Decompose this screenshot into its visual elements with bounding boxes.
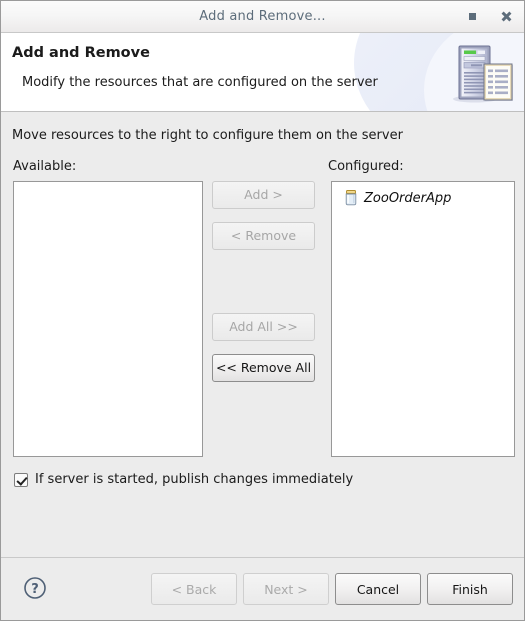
finish-button[interactable]: Finish bbox=[427, 573, 513, 605]
titlebar-controls bbox=[462, 1, 516, 32]
remove-button[interactable]: < Remove bbox=[212, 222, 315, 250]
cancel-button[interactable]: Cancel bbox=[335, 573, 421, 605]
jar-icon bbox=[344, 190, 358, 206]
dialog-body: Move resources to the right to configure… bbox=[1, 112, 524, 557]
help-icon[interactable]: ? bbox=[23, 576, 47, 600]
instruction-text: Move resources to the right to configure… bbox=[12, 128, 403, 143]
configured-list[interactable]: ZooOrderApp bbox=[331, 181, 515, 457]
page-subtitle: Modify the resources that are configured… bbox=[22, 75, 378, 90]
server-and-document-icon bbox=[445, 43, 517, 105]
back-button[interactable]: < Back bbox=[151, 573, 237, 605]
configured-label: Configured: bbox=[328, 159, 404, 174]
add-all-button[interactable]: Add All >> bbox=[212, 313, 315, 341]
transfer-button-group: Add > < Remove Add All >> << Remove All bbox=[212, 181, 315, 382]
dialog-header: Add and Remove Modify the resources that… bbox=[1, 33, 524, 112]
dialog-footer: ? < Back Next > Cancel Finish bbox=[1, 557, 524, 620]
next-button[interactable]: Next > bbox=[243, 573, 329, 605]
close-icon bbox=[501, 11, 512, 22]
titlebar: Add and Remove... bbox=[1, 1, 524, 33]
available-label: Available: bbox=[13, 159, 77, 174]
publish-immediately-checkbox[interactable]: If server is started, publish changes im… bbox=[14, 472, 353, 487]
remove-all-button[interactable]: << Remove All bbox=[212, 354, 315, 382]
checkbox-label: If server is started, publish changes im… bbox=[35, 472, 354, 487]
maximize-icon bbox=[468, 13, 476, 20]
footer-button-group: < Back Next > Cancel Finish bbox=[151, 573, 513, 605]
svg-text:?: ? bbox=[31, 582, 39, 597]
available-list[interactable] bbox=[13, 181, 203, 457]
add-and-remove-dialog: Add and Remove... Add and Remove Modify … bbox=[0, 0, 525, 621]
list-item-label: ZooOrderApp bbox=[364, 190, 452, 206]
window-title: Add and Remove... bbox=[199, 9, 326, 24]
close-button[interactable] bbox=[496, 7, 516, 27]
add-button[interactable]: Add > bbox=[212, 181, 315, 209]
maximize-button[interactable] bbox=[462, 7, 482, 27]
list-item[interactable]: ZooOrderApp bbox=[332, 188, 514, 208]
page-title: Add and Remove bbox=[12, 45, 150, 61]
checkbox-indicator[interactable] bbox=[14, 472, 28, 487]
